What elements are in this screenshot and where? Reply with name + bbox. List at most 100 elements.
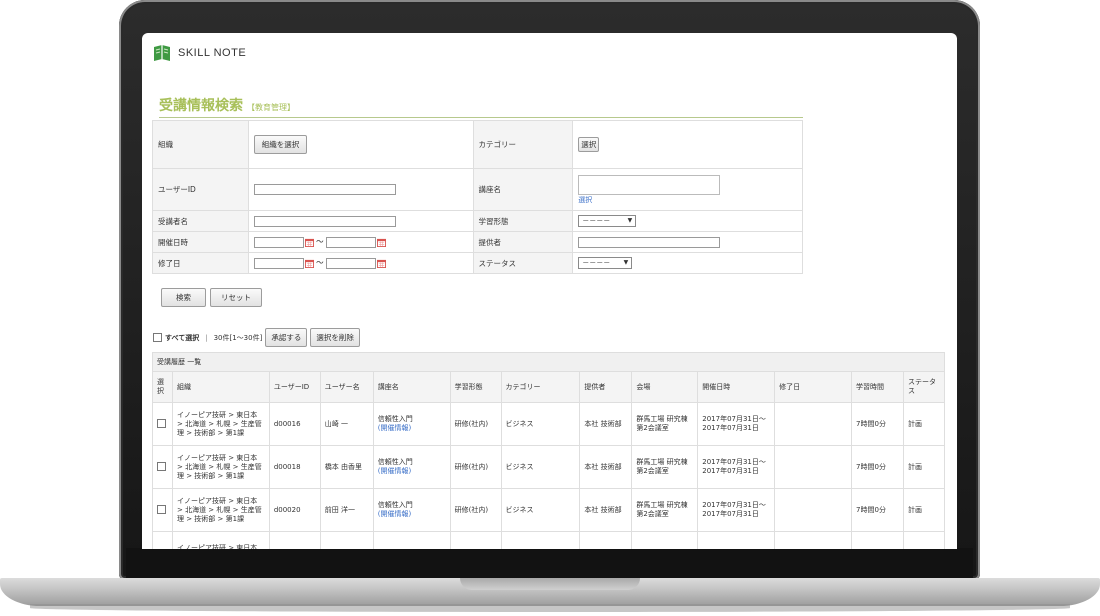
delete-selected-button[interactable]: 選択を削除 xyxy=(310,328,360,347)
user-id-cell: d00018 xyxy=(268,445,321,489)
user-id-input[interactable] xyxy=(253,184,396,195)
learning-form-label: 学習形態 xyxy=(472,210,574,232)
category-cell: ビジネス xyxy=(500,445,581,489)
date-cell xyxy=(697,531,776,549)
bulk-actions: すべて選択 | 30件[1～30件] 承認する 選択を削除 xyxy=(153,328,360,347)
form-cell xyxy=(449,531,502,549)
table-row[interactable]: イノーピア技研 > 東日本 > xyxy=(152,531,946,549)
chevron-down-icon: ▼ xyxy=(623,259,629,266)
provider-cell xyxy=(572,231,803,253)
course-label: 講座名 xyxy=(472,168,574,211)
result-count: 30件[1～30件] xyxy=(213,333,263,342)
course-cell: 信頼性入門 (開催情報) xyxy=(372,488,451,532)
course-name: 信頼性入門 xyxy=(377,415,413,423)
calendar-icon[interactable] xyxy=(304,259,314,268)
table-row[interactable]: イノーピア技研 > 東日本 > 北海道 > 札幌 > 生産管理 > 技術部 > … xyxy=(152,488,946,532)
calendar-icon[interactable] xyxy=(304,238,314,247)
status-value: －－－－ xyxy=(582,259,611,267)
column-header: 講座名 xyxy=(372,371,451,403)
calendar-icon[interactable] xyxy=(377,238,387,247)
calendar-icon[interactable] xyxy=(377,259,387,268)
user-id-cell: d00020 xyxy=(268,488,321,532)
search-form: 組織 組織を選択 カテゴリー 選択 ユーザーID 講座名 選択 受講者名 学習形… xyxy=(152,120,803,274)
course-cell xyxy=(372,531,451,549)
row-checkbox[interactable] xyxy=(157,462,166,472)
approve-button[interactable]: 承認する xyxy=(265,328,308,347)
org-cell: イノーピア技研 > 東日本 > 北海道 > 札幌 > 生産管理 > 技術部 > … xyxy=(171,488,270,532)
held-date-from-input[interactable] xyxy=(253,236,304,248)
learning-form-value: －－－－ xyxy=(582,217,611,225)
user-name-cell: 橋本 由香里 xyxy=(319,445,374,489)
user-id-label: ユーザーID xyxy=(152,168,249,211)
column-header: 提供者 xyxy=(579,371,633,403)
course-cell: 信頼性入門 (開催情報) xyxy=(372,445,451,489)
select-all-label[interactable]: すべて選択 xyxy=(165,333,199,343)
held-date-to-input[interactable] xyxy=(326,236,377,248)
category-cell: 選択 xyxy=(572,120,803,169)
table-row[interactable]: イノーピア技研 > 東日本 > 北海道 > 札幌 > 生産管理 > 技術部 > … xyxy=(152,402,946,446)
page-title: 受講情報検索 【教育管理】 xyxy=(159,95,803,118)
completed-cell xyxy=(774,445,853,489)
user-id-cell xyxy=(247,168,474,211)
laptop-shadow xyxy=(30,604,1070,612)
venue-cell: 群馬工場 研究棟 第2会議室 xyxy=(631,445,699,489)
select-org-button[interactable]: 組織を選択 xyxy=(253,135,308,154)
learner-input[interactable] xyxy=(253,215,396,227)
time-cell: 7時間0分 xyxy=(851,445,904,489)
status-select[interactable]: －－－－ ▼ xyxy=(578,257,633,269)
course-info-link[interactable]: (開催情報) xyxy=(378,510,411,518)
course-select-link[interactable]: 選択 xyxy=(578,196,592,204)
screen: SKILL NOTE 受講情報検索 【教育管理】 組織 組織を選択 カテゴリー 選… xyxy=(142,33,957,549)
course-info-link[interactable]: (開催情報) xyxy=(378,467,411,475)
provider-label: 提供者 xyxy=(472,231,574,253)
org-cell: イノーピア技研 > 東日本 > 北海道 > 札幌 > 生産管理 > 技術部 > … xyxy=(171,402,270,446)
app-logo[interactable]: SKILL NOTE xyxy=(152,43,246,63)
learning-form-select[interactable]: －－－－ ▼ xyxy=(578,215,637,227)
venue-cell xyxy=(631,531,699,549)
form-cell: 研修(社内) xyxy=(449,488,502,532)
laptop-notch xyxy=(460,578,640,590)
status-cell: －－－－ ▼ xyxy=(572,252,803,274)
table-row[interactable]: イノーピア技研 > 東日本 > 北海道 > 札幌 > 生産管理 > 技術部 > … xyxy=(152,445,946,489)
held-date-label: 開催日時 xyxy=(152,231,249,253)
search-button[interactable]: 検索 xyxy=(161,288,206,307)
user-name-cell xyxy=(319,531,374,549)
status-cell: 計画 xyxy=(902,445,946,489)
completed-cell xyxy=(774,402,853,446)
range-separator: ～ xyxy=(316,237,324,247)
column-header: ステータス xyxy=(902,371,946,403)
course-input[interactable] xyxy=(578,174,721,195)
select-all-checkbox[interactable] xyxy=(153,333,162,342)
row-select-cell xyxy=(152,402,173,446)
row-select-cell xyxy=(152,445,173,489)
completion-from-input[interactable] xyxy=(253,257,304,269)
row-checkbox[interactable] xyxy=(157,419,166,429)
column-header: 会場 xyxy=(631,371,699,403)
date-cell: 2017年07月31日～2017年07月31日 xyxy=(697,488,776,532)
org-label: 組織 xyxy=(152,120,249,169)
results-header: 選択 組織 ユーザーID ユーザー名 講座名 学習形態 カテゴリー 提供者 会場… xyxy=(152,371,946,403)
column-header: 学習時間 xyxy=(851,371,904,403)
course-name: 信頼性入門 xyxy=(377,458,413,466)
select-category-button[interactable]: 選択 xyxy=(578,137,600,152)
course-info-link[interactable]: (開催情報) xyxy=(378,424,411,432)
column-header: ユーザー名 xyxy=(319,371,374,403)
completed-cell xyxy=(774,488,853,532)
provider-input[interactable] xyxy=(578,236,721,248)
form-cell: 研修(社内) xyxy=(449,402,502,446)
completion-to-input[interactable] xyxy=(326,257,377,269)
completion-cell: ～ xyxy=(247,252,474,274)
org-cell: イノーピア技研 > 東日本 > xyxy=(171,531,270,549)
page-subtitle: 【教育管理】 xyxy=(247,103,295,112)
form-actions: 検索 リセット xyxy=(161,288,262,307)
provider-cell: 本社 技術部 xyxy=(579,402,633,446)
held-date-cell: ～ xyxy=(247,231,474,253)
row-checkbox[interactable] xyxy=(157,505,166,515)
course-cell: 信頼性入門 (開催情報) xyxy=(372,402,451,446)
status-cell xyxy=(902,531,946,549)
reset-button[interactable]: リセット xyxy=(210,288,262,307)
status-label: ステータス xyxy=(472,252,574,274)
completion-label: 修了日 xyxy=(152,252,249,274)
range-separator: ～ xyxy=(316,258,324,268)
status-cell: 計画 xyxy=(902,402,946,446)
